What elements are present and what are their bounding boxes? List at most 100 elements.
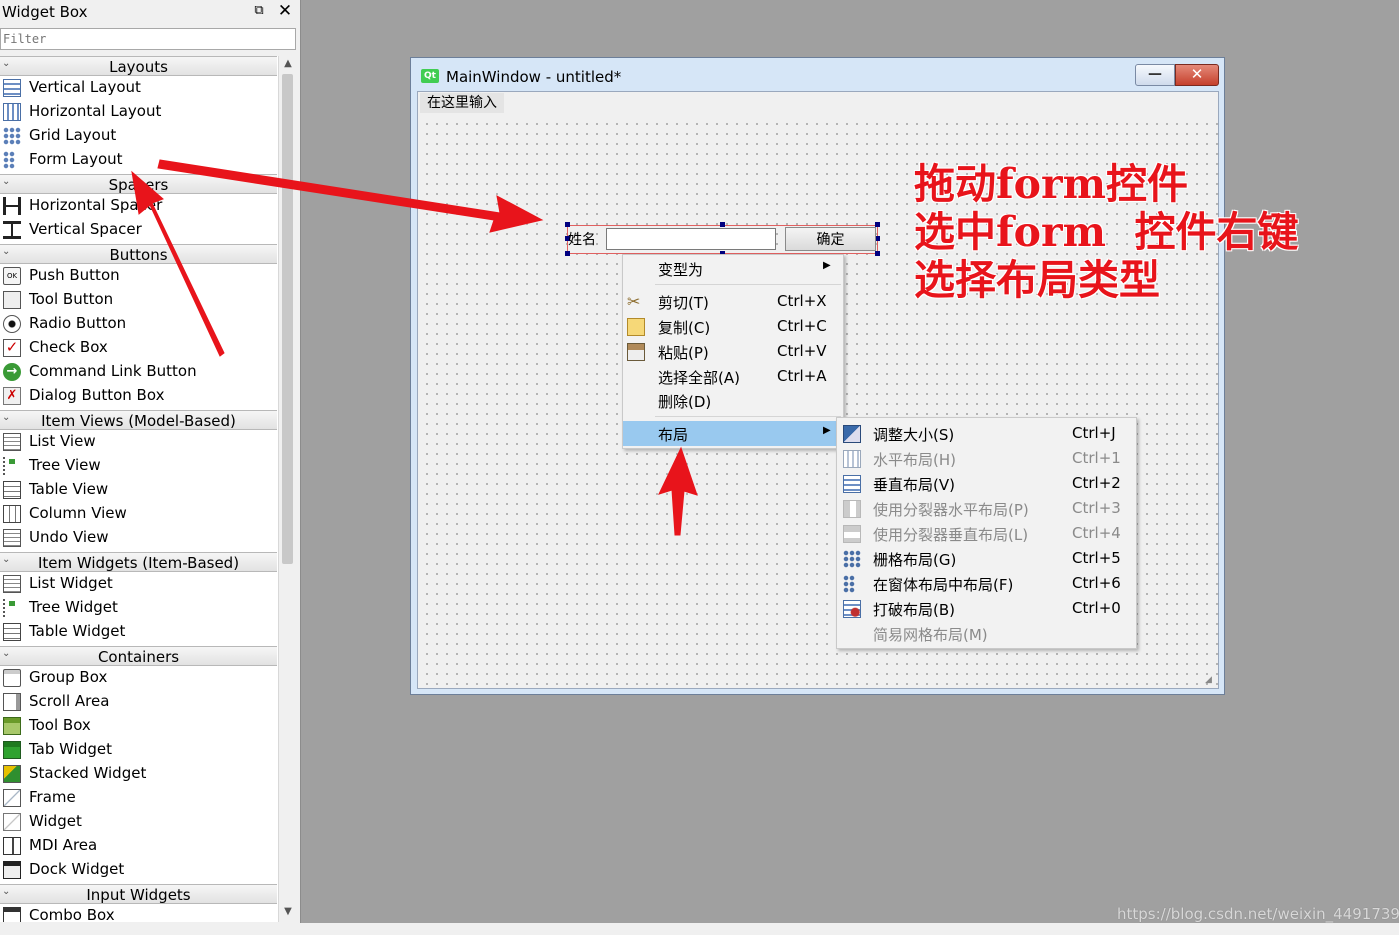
widget-item[interactable]: Form Layout — [0, 148, 277, 172]
widget-item-label: Command Link Button — [29, 362, 197, 380]
splitter-vertical-icon — [843, 525, 861, 543]
menu-item-label: 粘贴(P) — [658, 344, 709, 362]
widget-item[interactable]: Vertical Layout — [0, 76, 277, 100]
size-grip-icon[interactable]: ◢ — [1205, 675, 1215, 685]
layout-menu-item[interactable]: 栅格布局(G) Ctrl+5 — [837, 546, 1134, 571]
category-header[interactable]: ⌄ Buttons — [0, 244, 277, 264]
menu-item-label: 栅格布局(G) — [873, 551, 957, 569]
menu-bar: 在这里输入 — [418, 92, 1218, 114]
form-layout-icon — [3, 151, 15, 169]
category-header[interactable]: ⌄ Item Views (Model-Based) — [0, 410, 277, 430]
widget-item-label: Table View — [29, 480, 109, 498]
menu-type-here[interactable]: 在这里输入 — [420, 93, 504, 113]
context-menu-item[interactable]: 变型为 ▶ — [623, 256, 841, 281]
widget-item[interactable]: ✓ Check Box — [0, 336, 277, 360]
context-menu-item[interactable]: ✂ 剪切(T) Ctrl+X — [623, 289, 841, 314]
menu-item-shortcut: Ctrl+1 — [1072, 449, 1121, 467]
widget-item[interactable]: Vertical Spacer — [0, 218, 277, 242]
widget-item[interactable]: Stacked Widget — [0, 762, 277, 786]
widget-item[interactable]: Column View — [0, 502, 277, 526]
menu-item-shortcut: Ctrl+6 — [1072, 574, 1121, 592]
widget-item[interactable]: Widget — [0, 810, 277, 834]
widget-item[interactable]: List View — [0, 430, 277, 454]
filter-input[interactable] — [0, 28, 296, 50]
break-layout-icon — [843, 600, 861, 618]
widget-item[interactable]: Dock Widget — [0, 858, 277, 882]
category-header[interactable]: ⌄ Containers — [0, 646, 277, 666]
context-menu-item[interactable]: 选择全部(A) Ctrl+A — [623, 364, 841, 389]
horizontal-spacer-icon — [3, 197, 21, 215]
category-header[interactable]: ⌄ Spacers — [0, 174, 277, 194]
scrollbar-thumb[interactable] — [282, 74, 293, 564]
widget-item[interactable]: Radio Button — [0, 312, 277, 336]
widget-list-scrollbar[interactable]: ▲ ▼ — [278, 56, 297, 922]
selection-handle[interactable] — [875, 251, 880, 256]
annotation-text: 拖动form控件 选中form 控件右键 选择布局类型 — [914, 160, 1299, 304]
widget-item[interactable]: Grid Layout — [0, 124, 277, 148]
widget-item[interactable]: Tool Button — [0, 288, 277, 312]
layout-menu-item[interactable]: 在窗体布局中布局(F) Ctrl+6 — [837, 571, 1134, 596]
widget-item-label: Tab Widget — [29, 740, 112, 758]
widget-item[interactable]: Horizontal Layout — [0, 100, 277, 124]
menu-item-label: 复制(C) — [658, 319, 711, 337]
widget-item[interactable]: Undo View — [0, 526, 277, 550]
cut-icon: ✂ — [627, 292, 641, 311]
widget-item[interactable]: ✗ Dialog Button Box — [0, 384, 277, 408]
widget-item[interactable]: Group Box — [0, 666, 277, 690]
widget-item[interactable]: Table Widget — [0, 620, 277, 644]
vertical-spacer-icon — [3, 221, 21, 239]
widget-item[interactable]: Tree View — [0, 454, 277, 478]
widget-item-label: Undo View — [29, 528, 109, 546]
minimize-button[interactable]: — — [1135, 64, 1175, 86]
widget-item[interactable]: Horizontal Spacer — [0, 194, 277, 218]
column-view-icon — [3, 505, 21, 523]
selection-handle[interactable] — [565, 222, 570, 227]
float-icon[interactable]: ⧉ — [252, 4, 266, 18]
watermark: https://blog.csdn.net/weixin_44917390 — [1117, 905, 1399, 923]
widget-item-label: Widget — [29, 812, 82, 830]
context-menu-item[interactable]: 删除(D) — [623, 388, 841, 413]
widget-item[interactable]: OK Push Button — [0, 264, 277, 288]
context-menu-item[interactable]: 布局 ▶ — [623, 421, 841, 446]
confirm-button[interactable]: 确定 — [785, 227, 876, 251]
main-window-titlebar: Qt MainWindow - untitled* — ✕ — [411, 58, 1224, 90]
selection-handle[interactable] — [720, 222, 725, 227]
context-menu-item[interactable]: 粘贴(P) Ctrl+V — [623, 339, 841, 364]
close-window-button[interactable]: ✕ — [1175, 64, 1219, 86]
close-icon[interactable]: ✕ — [277, 3, 293, 20]
submenu-arrow-icon: ▶ — [823, 260, 831, 271]
scroll-up-icon[interactable]: ▲ — [280, 56, 296, 72]
menu-item-shortcut: Ctrl+X — [777, 292, 827, 310]
menu-item-label: 简易网格布局(M) — [873, 626, 988, 644]
widget-item[interactable]: MDI Area — [0, 834, 277, 858]
widget-item[interactable]: Tool Box — [0, 714, 277, 738]
menu-item-label: 在窗体布局中布局(F) — [873, 576, 1014, 594]
name-input[interactable] — [606, 228, 776, 250]
horizontal-layout-icon — [3, 103, 21, 121]
widget-item[interactable]: → Command Link Button — [0, 360, 277, 384]
scroll-down-icon[interactable]: ▼ — [280, 904, 296, 920]
widget-item-label: Combo Box — [29, 906, 115, 922]
widget-item[interactable]: List Widget — [0, 572, 277, 596]
widget-item[interactable]: Frame — [0, 786, 277, 810]
selection-handle[interactable] — [565, 251, 570, 256]
horizontal-layout-icon — [843, 450, 861, 468]
widget-item-label: Tree Widget — [29, 598, 118, 616]
widget-item[interactable]: Table View — [0, 478, 277, 502]
widget-item[interactable]: Combo Box — [0, 904, 277, 922]
tool-box-icon — [3, 717, 21, 735]
widget-item[interactable]: Tree Widget — [0, 596, 277, 620]
widget-item[interactable]: Tab Widget — [0, 738, 277, 762]
category-header[interactable]: ⌄ Input Widgets — [0, 884, 277, 904]
category-header[interactable]: ⌄ Layouts — [0, 56, 277, 76]
menu-item-label: 打破布局(B) — [873, 601, 955, 619]
context-menu-item[interactable]: 复制(C) Ctrl+C — [623, 314, 841, 339]
tree-view-icon — [3, 457, 21, 475]
layout-menu-item[interactable]: 垂直布局(V) Ctrl+2 — [837, 471, 1134, 496]
widget-item[interactable]: Scroll Area — [0, 690, 277, 714]
category-header[interactable]: ⌄ Item Widgets (Item-Based) — [0, 552, 277, 572]
widget-box-panel: Widget Box ⧉ ✕ ⌄Layouts Vertical Layout Ho… — [0, 0, 301, 923]
name-label: 姓名 — [568, 232, 596, 248]
layout-menu-item[interactable]: 打破布局(B) Ctrl+0 — [837, 596, 1134, 621]
layout-menu-item[interactable]: 调整大小(S) Ctrl+J — [837, 421, 1134, 446]
